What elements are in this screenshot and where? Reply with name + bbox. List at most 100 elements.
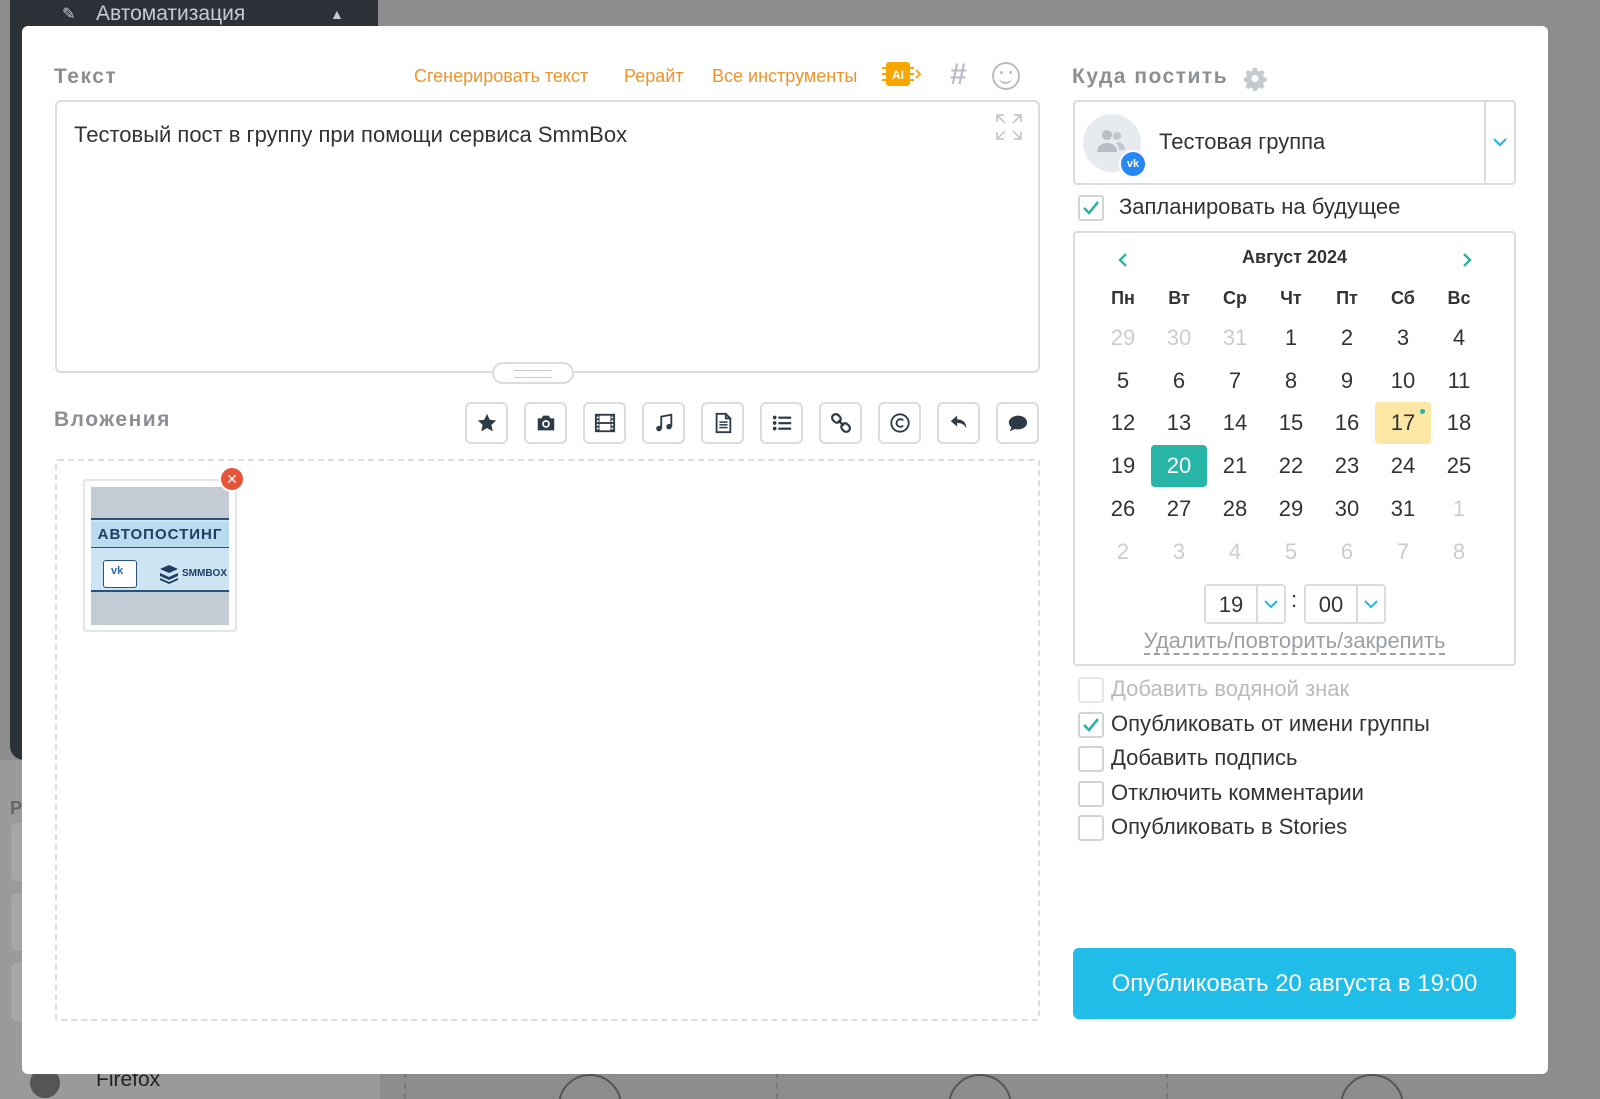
calendar-day[interactable]: 29 [1263, 488, 1319, 530]
textarea-resize-handle[interactable] [492, 362, 574, 384]
background-circle [558, 1074, 622, 1099]
add-signature-checkbox[interactable] [1078, 746, 1104, 773]
calendar-day[interactable]: 20 [1151, 445, 1207, 488]
calendar-day[interactable]: 14 [1207, 402, 1263, 444]
calendar-day[interactable]: 10 [1375, 360, 1431, 402]
month-title: Август 2024 [1242, 247, 1347, 267]
weekday-header: Ср [1223, 288, 1247, 308]
generate-text-link[interactable]: Сгенерировать текст [414, 66, 588, 87]
hashtag-icon[interactable]: # [950, 58, 967, 92]
calendar-day-outside: 4 [1228, 538, 1242, 564]
calendar-day[interactable]: 5 [1095, 360, 1151, 402]
weekday-header: Вс [1447, 288, 1471, 308]
schedule-checkbox[interactable] [1078, 195, 1104, 221]
vk-badge-icon: vk [1119, 150, 1147, 178]
disable-comments-label[interactable]: Отключить комментарии [1111, 780, 1364, 806]
calendar-day-outside: 8 [1452, 538, 1466, 564]
document-icon[interactable] [701, 402, 744, 444]
publish-as-group-checkbox[interactable] [1078, 711, 1104, 738]
weekday-header: Сб [1391, 288, 1415, 308]
minute-dropdown-toggle[interactable] [1356, 586, 1384, 622]
hour-value: 19 [1218, 592, 1244, 617]
star-icon[interactable] [465, 402, 508, 444]
chevron-down-icon [1264, 600, 1278, 609]
schedule-label[interactable]: Запланировать на будущее [1119, 194, 1400, 220]
calendar-day[interactable]: 3 [1375, 317, 1431, 359]
link-icon[interactable] [819, 402, 862, 444]
watermark-checkbox [1078, 677, 1104, 703]
calendar-day[interactable]: 8 [1263, 360, 1319, 402]
music-icon[interactable] [642, 402, 685, 444]
calendar-day[interactable]: 19 [1095, 445, 1151, 487]
ai-chip-icon[interactable]: AI [882, 59, 922, 89]
calendar-day[interactable]: 25 [1431, 445, 1487, 487]
attachment-title: АВТОПОСТИНГ [91, 522, 229, 548]
time-separator: : [1291, 587, 1298, 612]
gear-icon[interactable] [1244, 67, 1268, 91]
calendar-day[interactable]: 12 [1095, 402, 1151, 444]
calendar-day[interactable]: 27 [1151, 488, 1207, 530]
calendar-day[interactable]: 15 [1263, 402, 1319, 444]
attachment-banner: АВТОПОСТИНГ SMMBOX [91, 518, 229, 592]
expand-icon[interactable] [996, 114, 1022, 140]
background-circle [1340, 1074, 1404, 1099]
add-signature-label[interactable]: Добавить подпись [1111, 745, 1298, 771]
all-tools-link[interactable]: Все инструменты [712, 66, 857, 87]
calendar-day[interactable]: 1 [1263, 317, 1319, 359]
emoji-icon[interactable] [992, 62, 1020, 90]
minute-select[interactable]: 00 [1304, 584, 1386, 624]
calendar-day[interactable]: 22 [1263, 445, 1319, 487]
calendar-day-outside: 6 [1340, 538, 1354, 564]
calendar-day[interactable]: 17 [1375, 402, 1431, 445]
post-text-area[interactable]: Тестовый пост в группу при помощи сервис… [55, 100, 1040, 373]
calendar-day[interactable]: 31 [1375, 488, 1431, 530]
calendar-day[interactable]: 30 [1319, 488, 1375, 530]
chevron-down-icon [1364, 600, 1378, 609]
camera-icon[interactable] [524, 402, 567, 444]
publish-button[interactable]: Опубликовать 20 августа в 19:00 [1073, 948, 1516, 1019]
list-icon[interactable] [760, 402, 803, 444]
calendar-day[interactable]: 6 [1151, 360, 1207, 402]
calendar-day[interactable]: 2 [1319, 317, 1375, 359]
group-selector[interactable]: vk Тестовая группа [1073, 100, 1516, 185]
calendar-day[interactable]: 13 [1151, 402, 1207, 444]
publish-as-group-label[interactable]: Опубликовать от имени группы [1111, 711, 1430, 737]
next-month-icon[interactable] [1459, 251, 1475, 269]
film-icon[interactable] [583, 402, 626, 444]
calendar-day-outside: 7 [1396, 538, 1410, 564]
calendar-day[interactable]: 9 [1319, 360, 1375, 402]
checkmark-icon [1083, 717, 1100, 732]
reply-icon[interactable] [937, 402, 980, 444]
date-picker: Август 2024 Пн Вт Ср Чт Пт Сб Вс 29 30 31 1 2 3 4 5 6 7… [1073, 231, 1516, 666]
smmbox-logo-icon [160, 565, 178, 584]
post-text-content: Тестовый пост в группу при помощи сервис… [74, 122, 628, 147]
calendar-day[interactable]: 18 [1431, 402, 1487, 444]
calendar-day[interactable]: 11 [1431, 360, 1487, 402]
group-dropdown-toggle[interactable] [1484, 102, 1514, 183]
remove-attachment-button[interactable]: ✕ [219, 466, 245, 492]
rewrite-link[interactable]: Рерайт [624, 66, 684, 87]
weekday-header: Вт [1168, 288, 1190, 308]
calendar-day[interactable]: 16 [1319, 402, 1375, 444]
calendar-day-outside: 2 [1116, 538, 1130, 564]
attachments-dropzone[interactable]: АВТОПОСТИНГ SMMBOX [55, 459, 1040, 1021]
calendar-day[interactable]: 26 [1095, 488, 1151, 530]
text-section-label: Текст [54, 65, 118, 88]
calendar-day-outside: 1 [1452, 495, 1466, 521]
delete-repeat-pin-link[interactable]: Удалить/повторить/закрепить [1143, 628, 1446, 655]
publish-to-stories-checkbox[interactable] [1078, 815, 1104, 842]
copyright-icon[interactable] [878, 402, 921, 444]
calendar-day[interactable]: 24 [1375, 445, 1431, 487]
publish-to-stories-label[interactable]: Опубликовать в Stories [1111, 814, 1347, 840]
attachment-thumbnail[interactable]: АВТОПОСТИНГ SMMBOX [83, 479, 237, 632]
calendar-day[interactable]: 23 [1319, 445, 1375, 487]
calendar-day[interactable]: 28 [1207, 488, 1263, 530]
disable-comments-checkbox[interactable] [1078, 780, 1104, 807]
calendar-day[interactable]: 7 [1207, 360, 1263, 402]
calendar-day[interactable]: 21 [1207, 445, 1263, 487]
minute-value: 00 [1318, 592, 1344, 617]
hour-dropdown-toggle[interactable] [1256, 586, 1284, 622]
hour-select[interactable]: 19 [1204, 584, 1286, 624]
calendar-day[interactable]: 4 [1431, 317, 1487, 359]
comment-icon[interactable] [996, 402, 1039, 444]
